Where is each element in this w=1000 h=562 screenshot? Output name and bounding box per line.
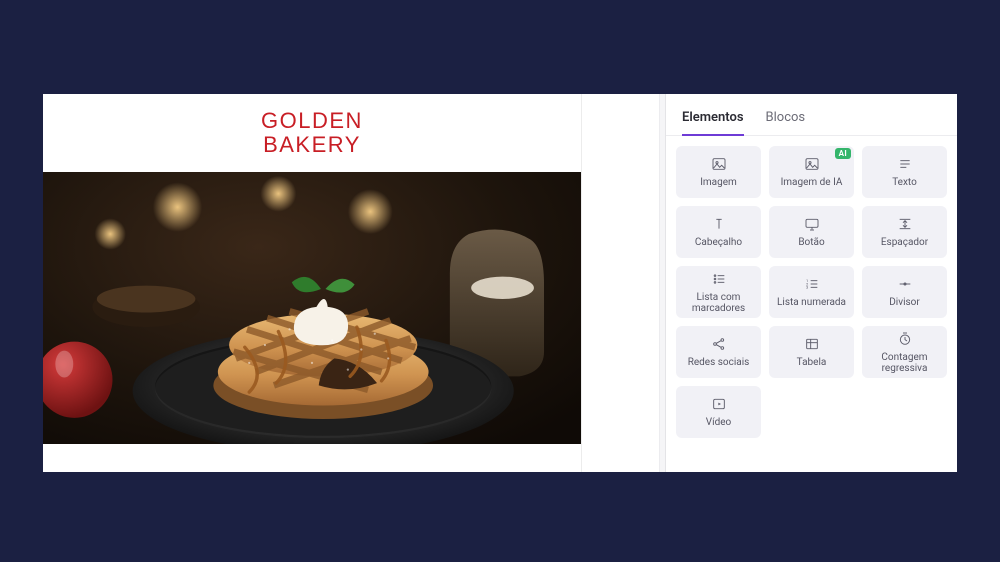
text-icon [897, 156, 913, 172]
tile-divider[interactable]: Divisor [862, 266, 947, 318]
tile-label: Espaçador [877, 237, 932, 248]
ai-badge: AI [835, 148, 851, 159]
tile-image[interactable]: Imagem [676, 146, 761, 198]
tile-label: Lista com marcadores [676, 292, 761, 314]
canvas-right-gutter [581, 94, 659, 472]
tile-label: Texto [888, 177, 921, 188]
clock-icon [897, 331, 913, 347]
tile-video[interactable]: Vídeo [676, 386, 761, 438]
elements-panel: Elementos Blocos Imagem AI Imagem de IA Tex… [665, 94, 957, 472]
image-icon [804, 156, 820, 172]
email-builder-window: GOLDEN BAKERY [43, 94, 957, 472]
tile-heading[interactable]: Cabeçalho [676, 206, 761, 258]
tile-label: Tabela [793, 357, 831, 368]
tile-label: Divisor [885, 297, 924, 308]
image-icon [711, 156, 727, 172]
tile-label: Imagem [696, 177, 741, 188]
brand-logo-line1: GOLDEN [261, 109, 363, 133]
panel-tabs: Elementos Blocos [666, 94, 957, 136]
heading-icon [711, 216, 727, 232]
tile-table[interactable]: Tabela [769, 326, 854, 378]
tile-label: Cabeçalho [691, 237, 746, 248]
tab-blocks[interactable]: Blocos [766, 104, 806, 135]
tab-elements[interactable]: Elementos [682, 104, 744, 135]
spacer-icon [897, 216, 913, 232]
tile-label: Botão [794, 237, 828, 248]
tile-ol[interactable]: Lista numerada [769, 266, 854, 318]
tile-countdown[interactable]: Contagem regressiva [862, 326, 947, 378]
tile-label: Vídeo [702, 417, 736, 428]
tile-text[interactable]: Texto [862, 146, 947, 198]
tile-label: Redes sociais [684, 357, 754, 368]
tile-label: Contagem regressiva [862, 352, 947, 374]
table-icon [804, 336, 820, 352]
canvas[interactable]: GOLDEN BAKERY [43, 94, 581, 472]
button-icon [804, 216, 820, 232]
tile-ul[interactable]: Lista com marcadores [676, 266, 761, 318]
video-icon [711, 396, 727, 412]
brand-logo-line2: BAKERY [261, 133, 363, 157]
tile-spacer[interactable]: Espaçador [862, 206, 947, 258]
divider-icon [897, 276, 913, 292]
brand-logo: GOLDEN BAKERY [43, 94, 581, 172]
tile-button[interactable]: Botão [769, 206, 854, 258]
ol-icon [804, 276, 820, 292]
share-icon [711, 336, 727, 352]
ul-icon [711, 271, 727, 287]
tile-image-ai[interactable]: AI Imagem de IA [769, 146, 854, 198]
tile-social[interactable]: Redes sociais [676, 326, 761, 378]
elements-grid: Imagem AI Imagem de IA Texto Cabeçalho Botão E… [666, 136, 957, 448]
tile-label: Imagem de IA [777, 177, 847, 188]
tile-label: Lista numerada [773, 297, 850, 308]
hero-image[interactable] [43, 172, 581, 444]
